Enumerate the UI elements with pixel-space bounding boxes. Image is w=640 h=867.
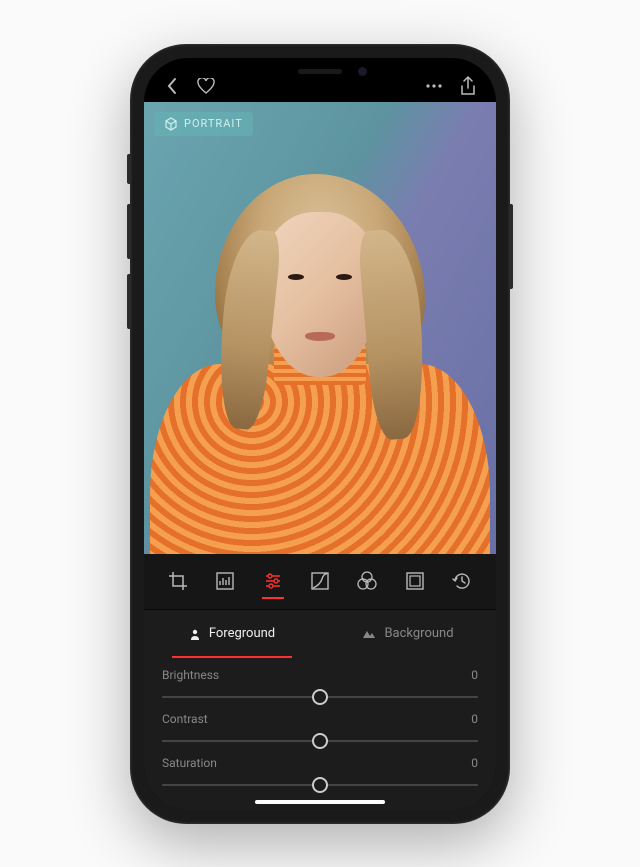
brightness-value: 0 [471, 668, 478, 682]
brightness-label: Brightness [162, 668, 219, 682]
sliders-panel: Brightness 0 Contrast 0 Saturation [144, 658, 496, 810]
more-button[interactable] [424, 76, 444, 96]
histogram-tool[interactable] [212, 561, 238, 601]
cube-icon [164, 117, 178, 131]
share-button[interactable] [458, 76, 478, 96]
contrast-label: Contrast [162, 712, 208, 726]
phone-frame: PORTRAIT [130, 44, 510, 824]
tool-strip [144, 554, 496, 610]
curves-tool[interactable] [307, 561, 333, 601]
brightness-row: Brightness 0 [162, 668, 478, 706]
tab-foreground-label: Foreground [209, 626, 275, 641]
filters-tool[interactable] [354, 561, 380, 601]
photo-preview[interactable]: PORTRAIT [144, 102, 496, 554]
history-tool[interactable] [449, 561, 475, 601]
mountains-icon [362, 629, 376, 639]
portrait-subject [160, 134, 480, 554]
favorite-button[interactable] [196, 76, 216, 96]
screen: PORTRAIT [144, 58, 496, 810]
crop-tool[interactable] [165, 561, 191, 601]
saturation-value: 0 [471, 756, 478, 770]
adjust-tool[interactable] [260, 561, 286, 601]
notch [225, 58, 415, 86]
back-button[interactable] [162, 76, 182, 96]
contrast-row: Contrast 0 [162, 712, 478, 750]
tab-background-label: Background [384, 626, 453, 641]
home-indicator[interactable] [255, 800, 385, 804]
person-icon [189, 628, 201, 640]
saturation-label: Saturation [162, 756, 217, 770]
saturation-slider[interactable] [162, 776, 478, 794]
layer-tabs: Foreground Background [144, 610, 496, 658]
tab-background[interactable]: Background [320, 610, 496, 658]
contrast-slider[interactable] [162, 732, 478, 750]
portrait-badge-label: PORTRAIT [184, 117, 243, 130]
frame-tool[interactable] [402, 561, 428, 601]
contrast-value: 0 [471, 712, 478, 726]
tab-foreground[interactable]: Foreground [144, 610, 320, 658]
saturation-row: Saturation 0 [162, 756, 478, 794]
brightness-slider[interactable] [162, 688, 478, 706]
portrait-badge: PORTRAIT [154, 112, 253, 136]
